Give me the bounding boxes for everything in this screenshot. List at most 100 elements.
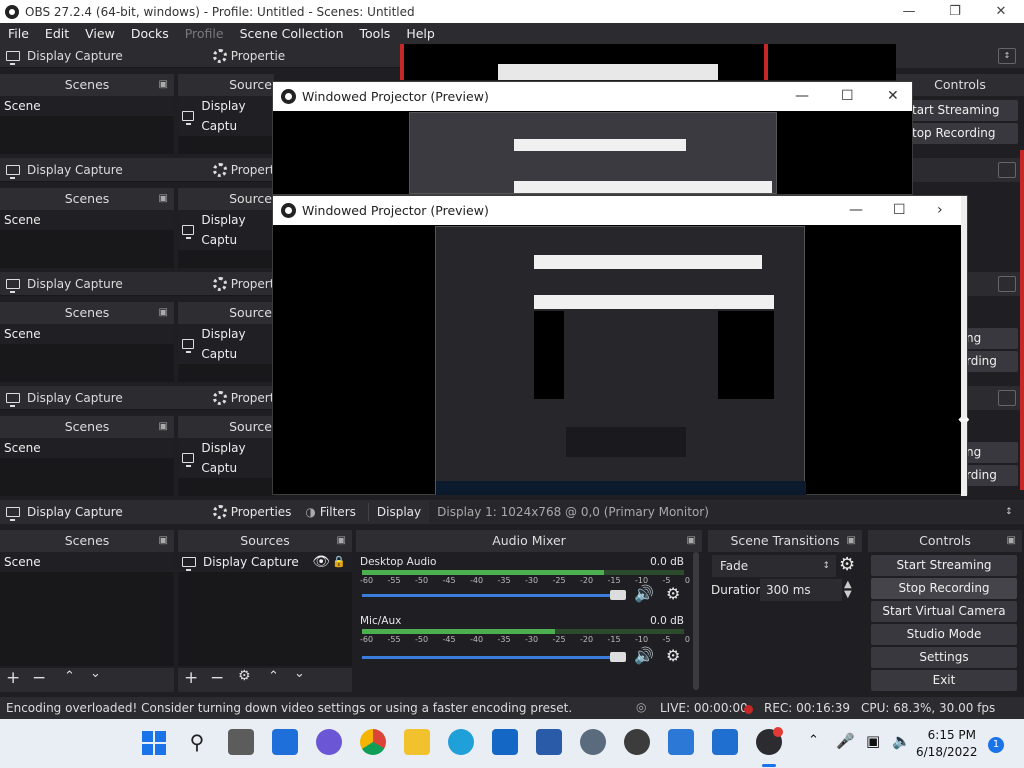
filters-icon: ◑: [305, 505, 316, 519]
menu-docks[interactable]: Docks: [123, 26, 177, 41]
scene-item[interactable]: Scene: [0, 552, 174, 572]
close-icon[interactable]: ✕: [887, 82, 899, 111]
studio-mode-button[interactable]: Studio Mode: [871, 624, 1017, 645]
chevron-up-icon[interactable]: ⌃: [808, 733, 819, 748]
scene-item[interactable]: Scene: [0, 438, 174, 458]
menu-help[interactable]: Help: [398, 26, 443, 41]
scenes-header: Scenes ▣: [0, 302, 174, 324]
volume-icon[interactable]: 🔈: [892, 732, 911, 750]
source-item[interactable]: Display Capture 👁 🔒: [178, 552, 352, 572]
minimize-icon[interactable]: —: [886, 0, 932, 23]
source-item[interactable]: Display Captu: [178, 210, 274, 250]
notification-badge[interactable]: 1: [988, 737, 1004, 753]
minimize-icon[interactable]: —: [849, 196, 863, 225]
scene-item[interactable]: Scene: [0, 210, 174, 230]
volume-slider-track[interactable]: [362, 594, 618, 597]
duration-input[interactable]: 300 ms: [760, 579, 842, 601]
sources-header: Source: [178, 188, 274, 210]
scenes-header: Scenes ▣: [0, 188, 174, 210]
microphone-icon[interactable]: 🎤: [836, 732, 855, 750]
properties-button[interactable]: Properties: [231, 505, 292, 519]
meter-tick-label: -50: [415, 635, 429, 644]
menu-view[interactable]: View: [77, 26, 123, 41]
meter-tick-label: -35: [497, 635, 511, 644]
source-settings-button[interactable]: ⚙: [238, 668, 251, 684]
scene-item[interactable]: Scene: [0, 96, 174, 116]
start-virtual-camera-button[interactable]: Start Virtual Camera: [871, 601, 1017, 622]
task-view-icon[interactable]: [228, 729, 254, 755]
move-up-button[interactable]: ⌃: [64, 669, 75, 684]
chevron-updown-icon: ↕: [1005, 507, 1013, 517]
monitor-icon: [182, 557, 196, 571]
maximize-icon[interactable]: ❐: [932, 0, 978, 23]
speaker-icon[interactable]: 🔊: [634, 646, 654, 665]
move-down-button[interactable]: ⌄: [294, 666, 305, 681]
chrome-icon[interactable]: [360, 729, 386, 755]
add-scene-button[interactable]: +: [6, 668, 20, 688]
exit-button[interactable]: Exit: [871, 670, 1017, 691]
source-item[interactable]: Display Captu: [178, 438, 274, 478]
search-icon[interactable]: ⚲: [184, 729, 210, 755]
add-source-button[interactable]: +: [184, 668, 198, 688]
meter-tick-label: 0: [684, 635, 690, 644]
obs-logo-icon: [281, 89, 296, 104]
settings-button[interactable]: Settings: [871, 647, 1017, 668]
close-icon[interactable]: ›: [937, 196, 943, 225]
start-icon[interactable]: [140, 729, 166, 755]
maximize-icon[interactable]: ☐: [893, 196, 906, 225]
volume-slider-handle[interactable]: [610, 652, 626, 662]
clock-app-icon[interactable]: [624, 729, 650, 755]
rec-icon: [744, 705, 753, 714]
photos-icon[interactable]: [668, 729, 694, 755]
volume-slider-handle[interactable]: [610, 590, 626, 600]
mixer-scrollbar[interactable]: [693, 552, 699, 690]
store-icon[interactable]: [536, 729, 562, 755]
clock-time[interactable]: 6:15 PM: [926, 728, 976, 742]
display-select[interactable]: Display 1: 1024x768 @ 0,0 (Primary Monit…: [429, 501, 1024, 523]
duration-stepper[interactable]: ▲ ▼: [844, 580, 852, 600]
scene-item[interactable]: Scene: [0, 324, 174, 344]
menu-scene-collection[interactable]: Scene Collection: [232, 26, 352, 41]
toolbar-source-name: Display Capture: [27, 505, 123, 519]
menu-tools[interactable]: Tools: [352, 26, 399, 41]
edge-icon[interactable]: [448, 729, 474, 755]
remove-scene-button[interactable]: −: [32, 668, 46, 688]
gear-icon[interactable]: ⚙: [666, 646, 680, 665]
eye-icon[interactable]: 👁: [312, 552, 330, 572]
source-toolbar: Display Capture Properties ◑ Filters Dis…: [0, 500, 1024, 524]
remove-source-button[interactable]: −: [210, 668, 224, 688]
meter-tick-label: -50: [415, 576, 429, 585]
meter-tick-label: -35: [497, 576, 511, 585]
chat-icon[interactable]: [316, 729, 342, 755]
speaker-icon[interactable]: 🔊: [634, 584, 654, 603]
file-explorer-icon[interactable]: [404, 729, 430, 755]
mail-icon[interactable]: [492, 729, 518, 755]
status-message: Encoding overloaded! Consider turning do…: [6, 701, 573, 715]
widgets-icon[interactable]: [272, 729, 298, 755]
lock-icon[interactable]: 🔒: [332, 552, 346, 572]
calendar-icon[interactable]: [712, 729, 738, 755]
stop-recording-button[interactable]: Stop Recording: [871, 578, 1017, 599]
clock-date[interactable]: 6/18/2022: [916, 745, 978, 759]
volume-slider-track[interactable]: [362, 656, 618, 659]
network-icon[interactable]: ▣: [866, 732, 880, 750]
transition-select[interactable]: Fade ↕: [712, 555, 836, 577]
projector-window-1[interactable]: Windowed Projector (Preview) — ☐ ✕: [272, 81, 913, 195]
filters-button[interactable]: Filters: [320, 505, 356, 519]
menu-edit[interactable]: Edit: [37, 26, 77, 41]
move-down-button[interactable]: ⌄: [90, 666, 101, 681]
minimize-icon[interactable]: —: [795, 82, 809, 111]
close-icon[interactable]: ✕: [978, 0, 1024, 23]
start-streaming-button[interactable]: Start Streaming: [871, 555, 1017, 576]
source-item[interactable]: Display Captu: [178, 324, 274, 364]
gear-icon[interactable]: ⚙: [839, 554, 855, 575]
projector-window-2[interactable]: Windowed Projector (Preview) — ☐ ›: [272, 195, 968, 496]
source-item[interactable]: Display Captu: [178, 96, 274, 136]
settings-gear-icon[interactable]: [580, 729, 606, 755]
menu-profile[interactable]: Profile: [177, 26, 232, 41]
gear-icon[interactable]: ⚙: [666, 584, 680, 603]
maximize-icon[interactable]: ☐: [841, 82, 854, 111]
controls-header-partial: Controls: [896, 74, 1024, 96]
move-up-button[interactable]: ⌃: [268, 669, 279, 684]
menu-file[interactable]: File: [0, 26, 37, 41]
